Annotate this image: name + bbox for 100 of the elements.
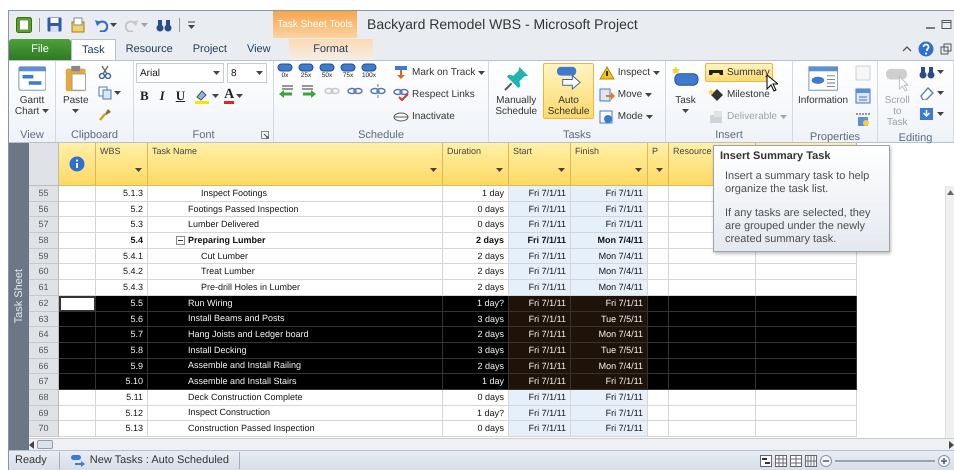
restore-window-icon[interactable] xyxy=(940,43,952,55)
row-number[interactable]: 55 xyxy=(29,186,59,202)
details-icon xyxy=(855,88,871,104)
row-number[interactable]: 60 xyxy=(29,264,59,280)
font-size-field[interactable]: 8 xyxy=(227,63,267,83)
row-number[interactable]: 70 xyxy=(29,421,59,437)
table-row[interactable]: 63 5.6 Install Beams and Posts 3 days Fri 7/1/11 Tue 7/5/11 xyxy=(29,312,945,328)
task-mode-icon[interactable] xyxy=(70,454,86,468)
gantt-view-icon[interactable] xyxy=(760,454,772,466)
ribbon-button[interactable]: Information xyxy=(795,63,851,108)
caret-icon xyxy=(42,109,50,114)
column-header[interactable]: Duration xyxy=(443,143,509,186)
row-number[interactable]: 66 xyxy=(29,358,59,374)
table-row[interactable]: 66 5.9 Assemble and Install Railing 2 days Fri 7/1/11 Mon 7/4/11 xyxy=(29,358,945,374)
ribbon-button[interactable]: Move xyxy=(596,85,656,104)
filter-arrow-icon[interactable] xyxy=(656,168,663,172)
toolbar-button[interactable] xyxy=(15,16,33,34)
font-name-field[interactable]: Arial xyxy=(136,63,224,83)
column-header[interactable]: P xyxy=(648,143,669,186)
filter-arrow-icon[interactable] xyxy=(135,168,142,172)
table-row[interactable]: 62 5.5 Run Wiring 1 day? Fri 7/1/11 Fri 7/1/11 xyxy=(29,296,945,312)
task-name: Assemble and Install Railing xyxy=(188,359,302,372)
help-icon[interactable] xyxy=(918,41,934,57)
format-button[interactable]: B xyxy=(136,86,153,106)
table-cell xyxy=(648,233,669,249)
collapse-ribbon-icon[interactable] xyxy=(902,44,912,54)
collapse-icon[interactable] xyxy=(176,236,185,245)
column-header[interactable]: Task Name xyxy=(148,143,443,186)
table-row[interactable]: 68 5.11 Deck Construction Complete 0 days Fri 7/1/11 Fri 7/1/11 xyxy=(29,390,945,406)
ribbon-button[interactable]: Task xyxy=(668,63,703,119)
document-icon xyxy=(70,16,86,32)
ribbon-tab[interactable]: Resource xyxy=(116,39,183,60)
zoom-out-icon[interactable] xyxy=(820,454,832,466)
ribbon-button[interactable]: Respect Links xyxy=(390,85,478,104)
format-button[interactable]: U xyxy=(172,86,190,106)
zoom-in-icon[interactable] xyxy=(938,454,950,466)
row-number[interactable]: 68 xyxy=(29,390,59,406)
ribbon-button[interactable]: Auto Schedule xyxy=(543,63,594,119)
row-number[interactable]: 61 xyxy=(29,280,59,296)
ribbon-button[interactable]: Inactivate xyxy=(390,107,458,126)
column-header[interactable]: Start xyxy=(509,143,571,186)
scrollbar-thumb[interactable] xyxy=(37,440,53,449)
table-row[interactable]: 67 5.10 Assemble and Install Stairs 1 day Fri 7/1/11 Fri 7/1/11 xyxy=(29,374,945,390)
restore-icon[interactable] xyxy=(941,19,952,30)
ribbon-button[interactable]: Mark on Track xyxy=(390,63,488,82)
table-cell: Fri 7/1/11 xyxy=(509,296,571,312)
table-row[interactable]: 65 5.8 Install Decking 3 days Fri 7/1/11 Tue 7/5/11 xyxy=(29,342,945,359)
font-color-button[interactable]: A xyxy=(224,86,244,106)
table-row[interactable]: 64 5.7 Hang Joists and Ledger board 2 days Fri 7/1/11 Mon 7/4/11 xyxy=(29,327,945,343)
row-number[interactable]: 57 xyxy=(29,217,59,234)
task-mode-text[interactable]: New Tasks : Auto Scheduled xyxy=(90,452,230,469)
column-header[interactable] xyxy=(59,143,96,186)
fill-down-icon xyxy=(918,107,934,121)
pushpin-icon xyxy=(502,65,530,92)
filter-arrow-icon[interactable] xyxy=(558,168,565,172)
dialog-launcher-icon[interactable] xyxy=(261,131,269,139)
filter-arrow-icon[interactable] xyxy=(635,168,642,172)
filter-arrow-icon[interactable] xyxy=(430,168,437,172)
sheet-view-icon[interactable] xyxy=(805,454,817,466)
table-cell: Mon 7/4/11 xyxy=(571,280,648,296)
row-number[interactable]: 62 xyxy=(29,296,59,312)
table-row[interactable]: 69 5.12 Inspect Construction 1 day? Fri 7/1/11 Fri 7/1/11 xyxy=(29,406,945,422)
table-row[interactable]: 70 5.13 Construction Passed Inspection 0 days Fri 7/1/11 Fri 7/1/11 xyxy=(29,421,945,437)
ribbon-tab[interactable]: View xyxy=(236,39,281,60)
row-number[interactable]: 58 xyxy=(29,233,59,249)
column-header[interactable]: Finish xyxy=(571,143,648,186)
ribbon-tab[interactable]: Task xyxy=(71,39,116,60)
toolbar-button[interactable] xyxy=(96,84,122,102)
table-cell: 5.7 xyxy=(96,327,148,343)
table-row[interactable]: 60 5.4.2 Treat Lumber 2 days Fri 7/1/11 Mon 7/4/11 xyxy=(29,264,945,280)
scroll-right-icon[interactable] xyxy=(948,440,954,448)
task-name: Inspect Construction xyxy=(188,406,270,420)
clipboard-icon xyxy=(64,65,88,92)
ribbon-button[interactable]: Paste xyxy=(58,63,94,119)
row-number[interactable]: 69 xyxy=(29,406,59,422)
row-number[interactable]: 67 xyxy=(29,374,59,390)
row-number[interactable]: 63 xyxy=(29,312,59,328)
ribbon-tab[interactable]: Project xyxy=(182,39,237,60)
usage-view-icon[interactable] xyxy=(790,454,802,466)
ribbon-button[interactable]: Inspect xyxy=(596,63,663,82)
ribbon-button[interactable]: Mode xyxy=(596,107,656,126)
ribbon-button[interactable]: Gantt Chart xyxy=(11,63,53,119)
column-header[interactable]: WBS xyxy=(96,143,148,186)
table-cell xyxy=(648,202,669,218)
scroll-up-icon[interactable] xyxy=(946,190,954,195)
format-button[interactable]: I xyxy=(156,86,169,106)
ribbon-button[interactable]: Manually Schedule xyxy=(491,63,542,119)
copy-icon xyxy=(98,86,112,100)
toolbar-button[interactable] xyxy=(46,16,63,33)
row-number[interactable]: 56 xyxy=(29,202,59,218)
row-number[interactable]: 59 xyxy=(29,248,59,264)
grid-view-icon[interactable] xyxy=(775,454,787,466)
table-cell: Fri 7/1/11 xyxy=(571,296,648,312)
row-number[interactable]: 65 xyxy=(29,342,59,359)
ribbon-button[interactable]: Milestone xyxy=(704,85,773,104)
ribbon-button[interactable]: Summary xyxy=(704,63,773,82)
ribbon-tab[interactable]: Format xyxy=(288,39,373,60)
ribbon-tab[interactable]: File xyxy=(9,39,71,60)
filter-arrow-icon[interactable] xyxy=(496,168,503,172)
row-number[interactable]: 64 xyxy=(29,327,59,343)
